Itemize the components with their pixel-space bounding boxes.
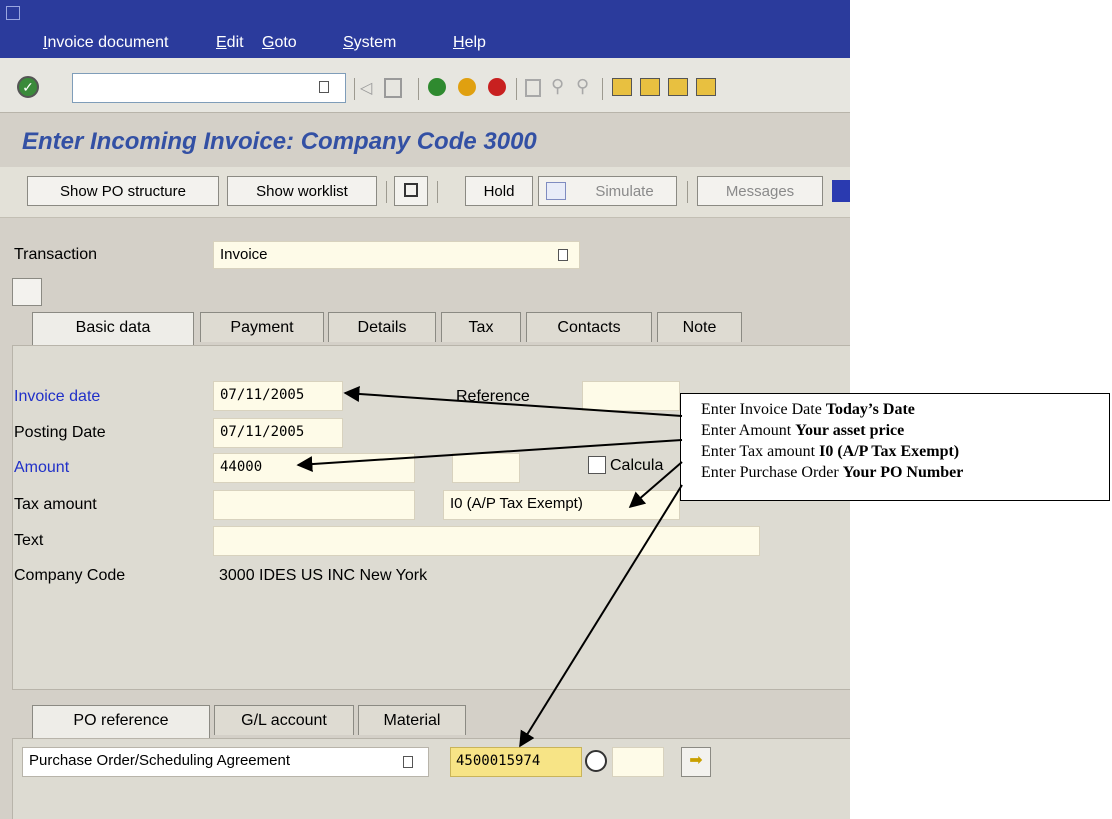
arrow-to-amount [296,439,683,473]
arrow-to-invoice-date [343,385,683,417]
arrow-to-purchase-order [519,484,683,748]
arrow-to-tax-code [628,461,683,509]
callout-arrows [296,385,683,748]
